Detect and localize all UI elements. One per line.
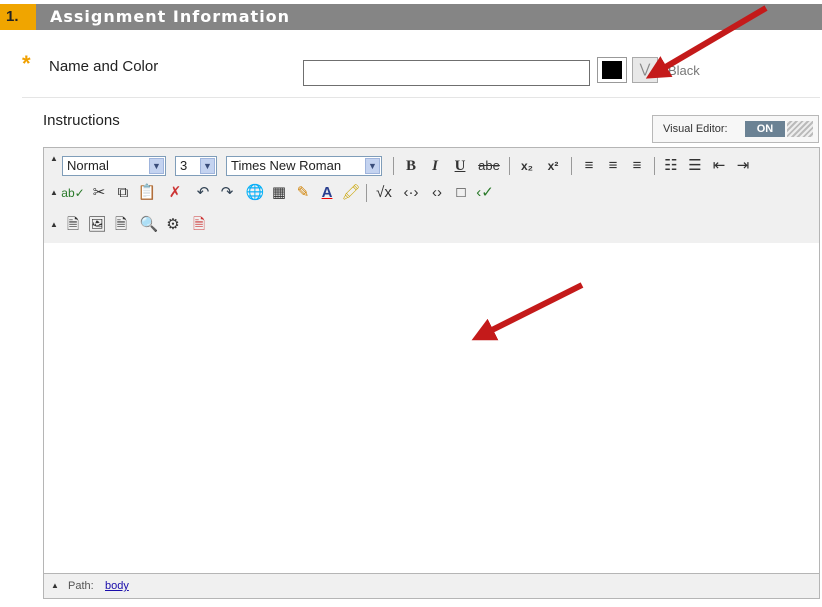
arrow-to-editor-content: [471, 282, 584, 341]
annotation-arrows: [471, 5, 768, 341]
arrow-to-color-picker: [645, 5, 768, 79]
